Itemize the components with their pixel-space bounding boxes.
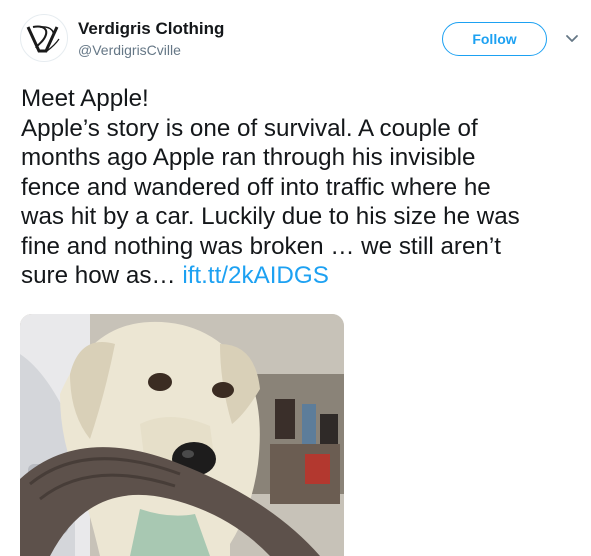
tweet-text-line: fence and wandered off into traffic wher…: [21, 173, 491, 201]
tweet-text-line: was hit by a car. Luckily due to his siz…: [21, 203, 520, 230]
tweet-link[interactable]: ift.tt/2kAIDGS: [182, 262, 329, 289]
author-block: Verdigris Clothing @VerdigrisCville: [78, 18, 224, 60]
tweet-text-line: Meet Apple!: [21, 85, 149, 112]
author-display-name[interactable]: Verdigris Clothing: [78, 18, 224, 40]
tweet-header: Verdigris Clothing @VerdigrisCville Foll…: [20, 14, 578, 70]
avatar[interactable]: [20, 14, 68, 62]
tweet-card: Verdigris Clothing @VerdigrisCville Foll…: [0, 0, 591, 556]
tweet-text-line: months ago Apple ran through his invisib…: [21, 144, 476, 171]
author-handle[interactable]: @VerdigrisCville: [78, 40, 224, 60]
chevron-down-icon[interactable]: [560, 28, 584, 50]
tweet-text: Meet Apple! Apple’s story is one of surv…: [21, 84, 581, 291]
tweet-text-line: sure how as…: [21, 262, 183, 289]
verdigris-logo-icon: [22, 16, 66, 60]
tweet-text-last-line: sure how as… ift.tt/2kAIDGS: [21, 261, 581, 291]
tweet-text-line: Apple’s story is one of survival. A coup…: [21, 114, 478, 142]
follow-button[interactable]: Follow: [442, 22, 547, 56]
tweet-text-line: fine and nothing was broken … we still a…: [21, 232, 501, 260]
tweet-media-photo[interactable]: [20, 314, 344, 556]
dog-photo-image: [20, 314, 344, 556]
